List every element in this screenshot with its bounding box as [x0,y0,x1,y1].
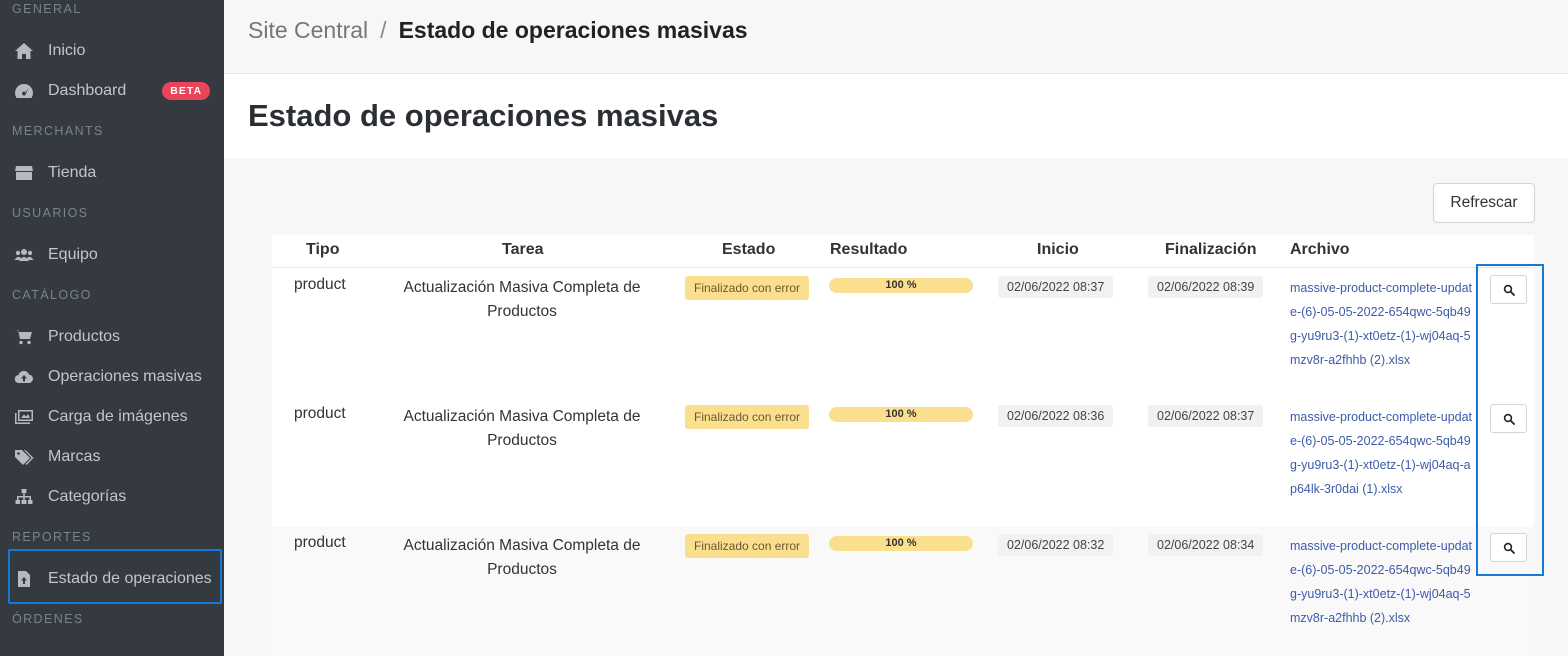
sidebar-item-label: Equipo [48,246,98,263]
page-title: Estado de operaciones masivas [248,98,719,133]
column-header-estado: Estado [722,241,776,258]
breadcrumb-separator: / [380,17,387,43]
column-header-archivo: Archivo [1290,241,1350,258]
start-date: 02/06/2022 08:37 [998,276,1114,298]
dashboard-icon [13,82,35,100]
sidebar-item-label: Tienda [48,164,97,181]
sidebar-item-label: Marcas [48,448,101,465]
file-link[interactable]: massive-product-complete-update-(6)-05-0… [1290,405,1474,501]
cloud-upload-icon [13,368,35,386]
page-header: Estado de operaciones masivas [224,74,1568,158]
sitemap-icon [13,488,35,506]
table-row: product Actualización Masiva Completa de… [272,527,1534,656]
section-title-usuarios: USUARIOS [12,206,89,220]
column-header-inicio: Inicio [1037,241,1079,258]
tarea-cell: Actualización Masiva Completa de Product… [403,537,641,578]
sidebar-item-dashboard[interactable]: Dashboard BETA [0,73,224,109]
section-title-ordenes: ÓRDENES [12,612,84,626]
column-header-resultado: Resultado [830,241,908,258]
section-title-general: GENERAL [12,2,82,16]
section-title-merchants: MERCHANTS [12,124,104,138]
result-progress-bar: 100 % [829,278,973,293]
file-link[interactable]: massive-product-complete-update-(6)-05-0… [1290,534,1474,630]
sidebar-item-label: Carga de imágenes [48,408,188,425]
tarea-cell: Actualización Masiva Completa de Product… [403,279,641,320]
table-header: Tipo Tarea Estado Resultado Inicio Final… [272,235,1534,268]
start-date: 02/06/2022 08:32 [998,534,1114,556]
tarea-cell: Actualización Masiva Completa de Product… [403,408,641,449]
column-header-finalizacion: Finalización [1165,241,1257,258]
status-badge: Finalizado con error [685,534,810,558]
operations-table: Tipo Tarea Estado Resultado Inicio Final… [272,235,1534,656]
end-date: 02/06/2022 08:34 [1148,534,1264,556]
section-title-catalogo: CATÁLOGO [12,288,92,302]
tipo-cell: product [294,534,346,551]
progress-fill: 100 % [829,536,973,551]
sidebar-item-label: Productos [48,328,121,345]
table-row: product Actualización Masiva Completa de… [272,398,1534,527]
cart-icon [13,328,35,346]
sidebar: GENERAL Inicio Dashboard BETA MERCHANTS … [0,0,224,656]
sidebar-item-label: Categorías [48,488,127,505]
sidebar-item-label: Estado de operaciones [48,570,212,587]
sidebar-item-label: Dashboard [48,82,127,99]
sidebar-item-label: Inicio [48,42,86,59]
start-date: 02/06/2022 08:36 [998,405,1114,427]
table-row: product Actualización Masiva Completa de… [272,269,1534,398]
beta-badge: BETA [162,82,211,100]
sidebar-item-productos[interactable]: Productos [0,319,224,355]
images-icon [13,408,35,426]
tipo-cell: product [294,405,346,422]
sidebar-item-label: Operaciones masivas [48,368,202,385]
column-header-tipo: Tipo [306,241,340,258]
breadcrumb: Site Central / Estado de operaciones mas… [248,17,748,44]
sidebar-item-inicio[interactable]: Inicio [0,33,224,69]
sidebar-item-tienda[interactable]: Tienda [0,155,224,191]
home-icon [13,42,35,60]
end-date: 02/06/2022 08:39 [1148,276,1264,298]
view-details-button[interactable] [1490,404,1527,433]
end-date: 02/06/2022 08:37 [1148,405,1264,427]
column-header-tarea: Tarea [502,241,544,258]
status-badge: Finalizado con error [685,405,810,429]
breadcrumb-current: Estado de operaciones masivas [398,17,748,43]
view-details-button[interactable] [1490,275,1527,304]
main-content: Refrescar Tipo Tarea Estado Resultado In… [224,158,1568,656]
sidebar-item-estado-operaciones[interactable]: Estado de operaciones [0,561,224,597]
search-icon [1503,413,1515,425]
sidebar-item-equipo[interactable]: Equipo [0,237,224,273]
users-icon [13,246,35,264]
view-details-button[interactable] [1490,533,1527,562]
section-title-reportes: REPORTES [12,530,92,544]
tipo-cell: product [294,276,346,293]
file-upload-icon [13,570,35,588]
result-progress-bar: 100 % [829,536,973,551]
tags-icon [13,448,35,466]
breadcrumb-bar: Site Central / Estado de operaciones mas… [224,0,1568,74]
search-icon [1503,542,1515,554]
sidebar-item-operaciones-masivas[interactable]: Operaciones masivas [0,359,224,395]
file-link[interactable]: massive-product-complete-update-(6)-05-0… [1290,276,1474,372]
status-badge: Finalizado con error [685,276,810,300]
sidebar-item-marcas[interactable]: Marcas [0,439,224,475]
sidebar-item-categorias[interactable]: Categorías [0,479,224,515]
breadcrumb-root-link[interactable]: Site Central [248,17,368,44]
progress-fill: 100 % [829,407,973,422]
result-progress-bar: 100 % [829,407,973,422]
refresh-button[interactable]: Refrescar [1433,183,1535,223]
progress-fill: 100 % [829,278,973,293]
sidebar-item-carga-imagenes[interactable]: Carga de imágenes [0,399,224,435]
search-icon [1503,284,1515,296]
store-icon [13,164,35,182]
